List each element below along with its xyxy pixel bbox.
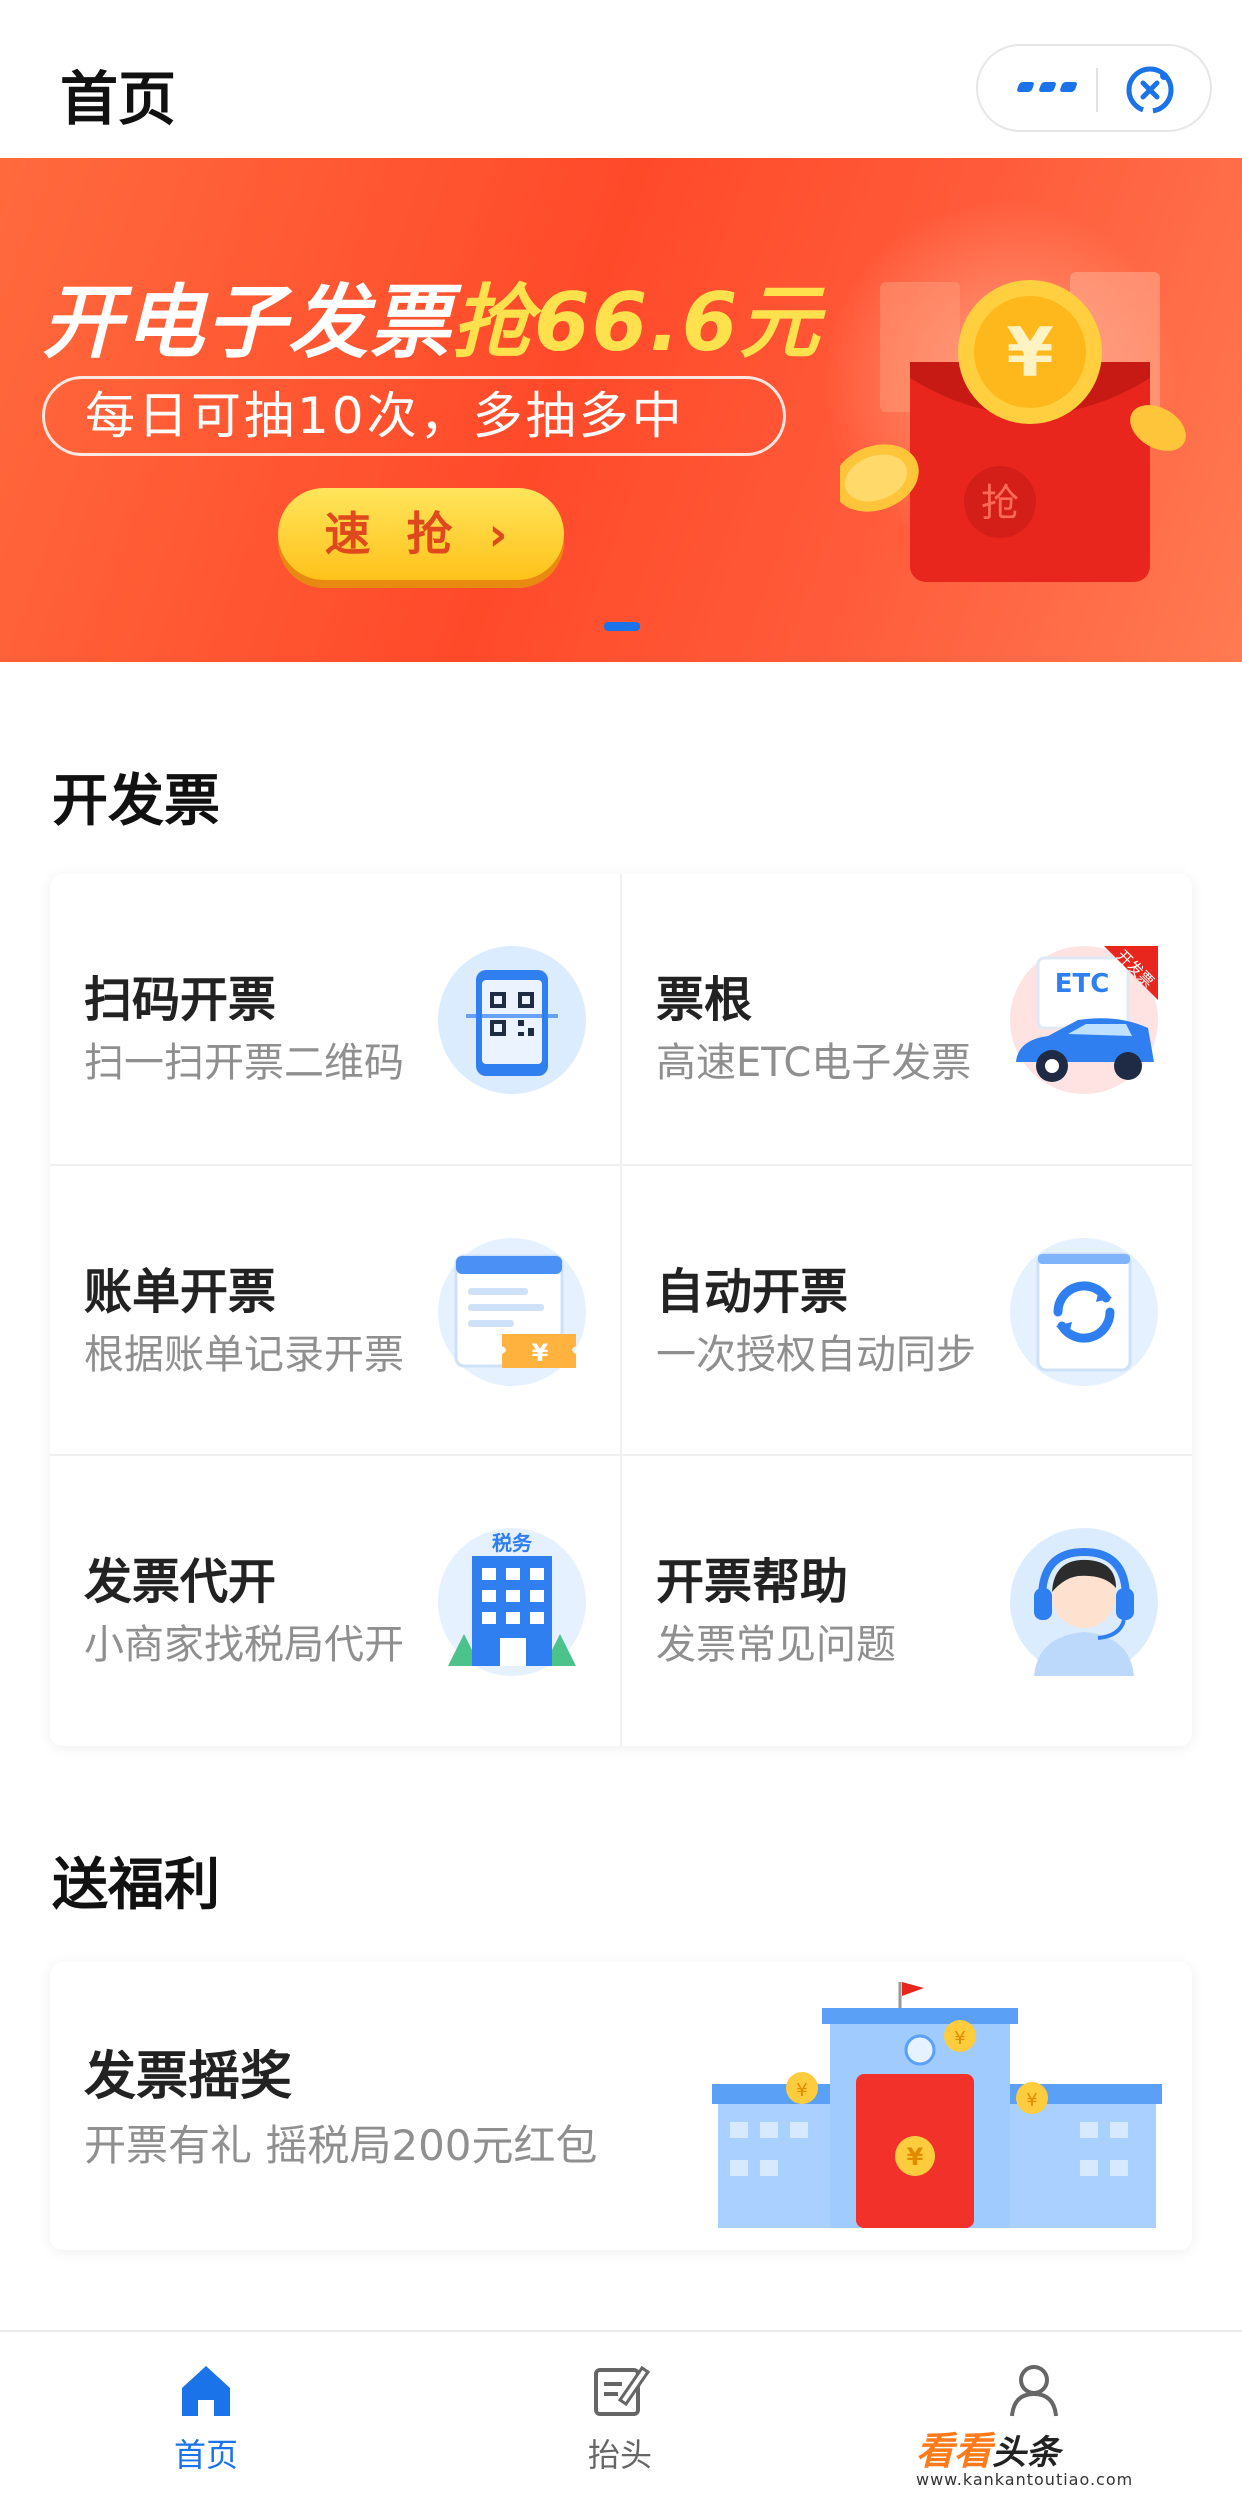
banner-title: 开电子发票抢66.6元 <box>42 276 822 369</box>
capsule-divider <box>1096 68 1098 112</box>
ticket-stub-item[interactable]: 票根 高速ETC电子发票 ETC 开发票 <box>622 874 1192 1164</box>
item-title: 开票帮助 <box>656 1554 849 1610</box>
item-subtitle: 根据账单记录开票 <box>84 1332 404 1378</box>
item-title: 自动开票 <box>656 1264 849 1320</box>
carousel-indicator <box>604 622 640 631</box>
proxy-invoice-item[interactable]: 发票代开 小商家找税局代开 税务 <box>50 1456 620 1746</box>
mini-program-capsule <box>976 44 1212 132</box>
qr-scan-icon <box>438 946 586 1094</box>
watermark-brand: 看看头条 <box>916 2429 1061 2473</box>
item-title: 扫码开票 <box>84 972 277 1028</box>
invoice-grid: 扫码开票 扫一扫开票二维码 票根 高速ETC电子发票 ETC 开发票 账单开票 … <box>50 874 1192 1746</box>
section-title-welfare: 送福利 <box>52 1853 220 1918</box>
headset-support-icon <box>1010 1528 1158 1676</box>
tab-header[interactable]: 抬头 <box>520 2332 720 2503</box>
svg-text:¥: ¥ <box>954 2028 965 2049</box>
invoice-help-item[interactable]: 开票帮助 发票常见问题 <box>622 1456 1192 1746</box>
etc-car-icon: ETC 开发票 <box>1010 946 1158 1094</box>
more-dots-icon[interactable] <box>1016 82 1078 98</box>
svg-text:¥: ¥ <box>532 1339 549 1367</box>
lottery-title: 发票摇奖 <box>84 2047 293 2107</box>
person-icon <box>1010 2365 1058 2417</box>
banner-subtitle: 每日可抽10次，多抽多中 <box>42 376 786 456</box>
item-title: 账单开票 <box>84 1264 277 1320</box>
home-icon <box>182 2366 230 2416</box>
item-subtitle: 一次授权自动同步 <box>656 1332 976 1378</box>
section-title-invoice: 开发票 <box>52 769 220 834</box>
red-envelope-coin-icon: ¥ 抢 <box>840 272 1186 582</box>
page-title: 首页 <box>60 65 177 133</box>
svg-text:ETC: ETC <box>1055 969 1110 999</box>
tab-label: 抬头 <box>587 2436 652 2474</box>
lottery-card[interactable]: 发票摇奖 开票有礼 摇税局200元红包 ¥ ¥ ¥ ¥ <box>50 1962 1192 2250</box>
top-header: 首页 <box>0 0 1242 158</box>
brand-watermark: 看看头条 www.kankantoutiao.com <box>916 2420 1216 2490</box>
svg-text:税务: 税务 <box>492 1531 533 1555</box>
tax-building-icon: 税务 <box>438 1528 586 1676</box>
tab-home[interactable]: 首页 <box>106 2332 306 2503</box>
item-subtitle: 发票常见问题 <box>656 1622 896 1668</box>
target-close-icon[interactable] <box>1124 64 1176 116</box>
watermark-url: www.kankantoutiao.com <box>916 2470 1134 2489</box>
item-title: 发票代开 <box>84 1554 277 1610</box>
bill-invoice-item[interactable]: 账单开票 根据账单记录开票 ¥ <box>50 1166 620 1456</box>
auto-invoice-item[interactable]: 自动开票 一次授权自动同步 <box>622 1166 1192 1456</box>
svg-text:¥: ¥ <box>907 2143 924 2171</box>
red-envelope-building-icon: ¥ ¥ ¥ ¥ <box>712 1982 1162 2228</box>
bill-ticket-icon: ¥ <box>438 1238 586 1386</box>
item-subtitle: 小商家找税局代开 <box>84 1622 404 1668</box>
svg-text:¥: ¥ <box>1006 314 1053 393</box>
svg-text:¥: ¥ <box>796 2080 807 2101</box>
tab-label: 首页 <box>173 2436 238 2474</box>
edit-note-icon <box>594 2365 650 2416</box>
item-subtitle: 高速ETC电子发票 <box>656 1040 972 1086</box>
envelope-mark: 抢 <box>981 481 1019 525</box>
scan-invoice-item[interactable]: 扫码开票 扫一扫开票二维码 <box>50 874 620 1164</box>
lottery-subtitle: 开票有礼 摇税局200元红包 <box>84 2121 598 2170</box>
svg-text:¥: ¥ <box>1026 2090 1037 2111</box>
auto-sync-icon <box>1010 1238 1158 1386</box>
promo-banner[interactable]: 开电子发票抢66.6元 每日可抽10次，多抽多中 速 抢 › ¥ 抢 <box>0 158 1242 662</box>
grab-button[interactable]: 速 抢 › <box>278 488 564 580</box>
item-title: 票根 <box>656 972 753 1028</box>
item-subtitle: 扫一扫开票二维码 <box>84 1040 404 1086</box>
